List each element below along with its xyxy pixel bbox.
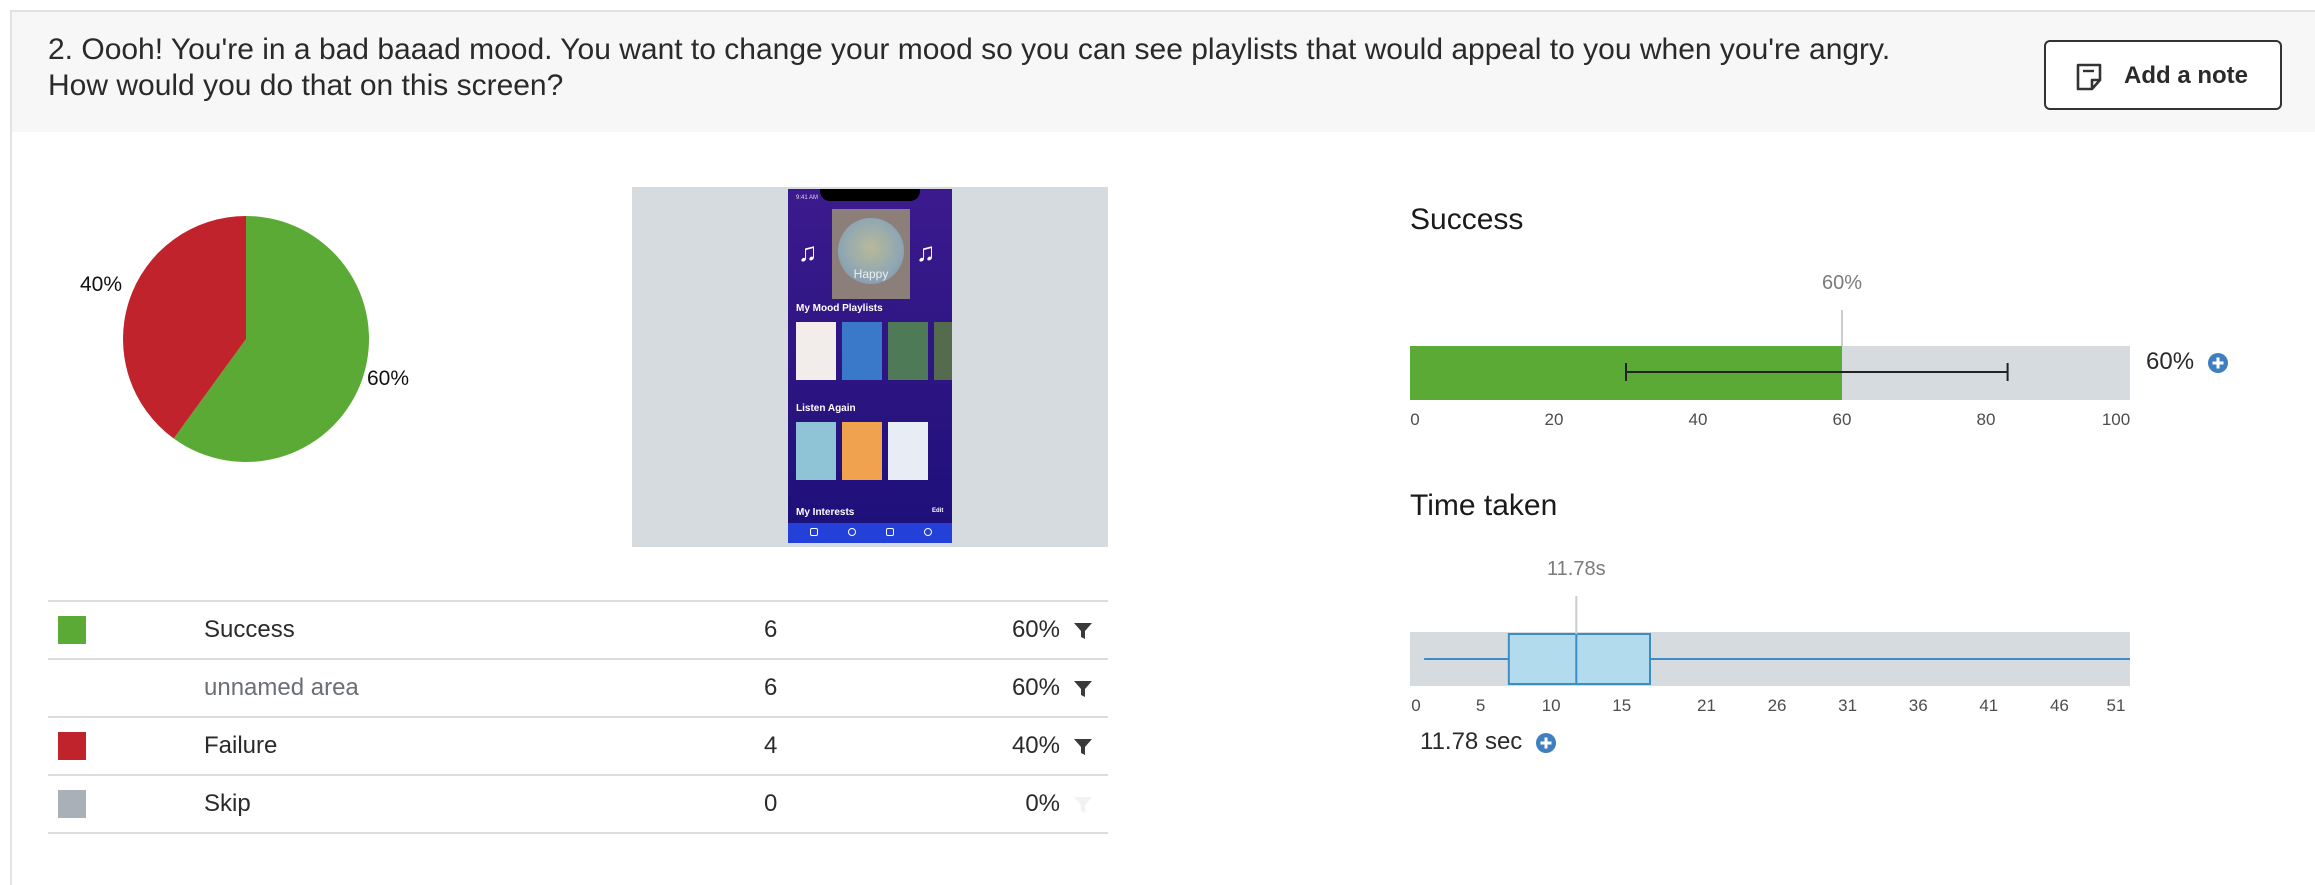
- success-axis-tick: 0: [1410, 410, 1420, 429]
- phone-section-listen-again: Listen Again: [796, 403, 856, 414]
- time-taken-title: Time taken: [1410, 489, 1558, 522]
- success-axis-tick: 60: [1832, 410, 1852, 429]
- result-percent: 40%: [1011, 732, 1060, 759]
- result-count: 6: [764, 658, 864, 717]
- time-axis-tick: 46: [2049, 696, 2069, 715]
- playlist-tile: [842, 422, 882, 480]
- time-axis-tick: 0: [1411, 696, 1421, 715]
- time-axis-tick: 31: [1838, 696, 1858, 715]
- success-axis-tick: 100: [2101, 410, 2131, 429]
- playlist-tile: [796, 322, 836, 380]
- result-row: Success 6 60%: [48, 600, 1108, 659]
- pie-label-success: 60%: [367, 367, 410, 390]
- result-swatch-cell: [48, 658, 204, 717]
- result-percent: 60%: [1011, 616, 1060, 643]
- playlist-tile: [842, 322, 882, 380]
- success-side-value[interactable]: 60%: [2146, 348, 2229, 376]
- result-percent: 60%: [1011, 674, 1060, 701]
- playlist-tile: [796, 422, 836, 480]
- time-axis-tick: 36: [1908, 696, 1928, 715]
- result-percent-cell: 60%: [864, 658, 1108, 717]
- time-median-label: 11.78s: [1547, 558, 1606, 580]
- result-label: Skip: [204, 774, 764, 834]
- result-row: unnamed area 6 60%: [48, 658, 1108, 717]
- mood-label: Happy: [853, 267, 889, 281]
- success-side-label: 60%: [2146, 348, 2195, 375]
- result-swatch-cell: [48, 716, 204, 775]
- plus-circle-icon[interactable]: [1535, 732, 1557, 754]
- add-note-label: Add a note: [2124, 62, 2248, 89]
- pie-label-failure: 40%: [80, 273, 123, 296]
- result-percent-cell: 40%: [864, 716, 1108, 775]
- result-pie-chart: [122, 216, 369, 462]
- screen-thumbnail[interactable]: 9:41 AM ♫ Happy ♫ My Mood Playlists List…: [632, 187, 1108, 547]
- plus-circle-icon[interactable]: [2207, 352, 2229, 374]
- result-percent-cell: 60%: [864, 600, 1108, 659]
- result-count: 6: [764, 600, 864, 659]
- results-table: Success 6 60% unnamed area 6 60% Failure 4 40% Sk…: [48, 600, 1108, 834]
- home-icon: [810, 528, 818, 536]
- result-swatch-cell: [48, 774, 204, 834]
- phone-status-time: 9:41 AM: [796, 195, 819, 201]
- time-axis-tick: 51: [2106, 696, 2126, 715]
- browse-icon: [848, 528, 856, 536]
- music-note-icon: ♫: [798, 237, 818, 267]
- filter-icon[interactable]: [1072, 736, 1094, 758]
- result-percent-cell: 0%: [864, 774, 1108, 834]
- filter-icon: [1074, 796, 1092, 813]
- success-title: Success: [1410, 203, 1524, 236]
- success-axis-tick: 80: [1976, 410, 1996, 429]
- success-axis-tick: 40: [1688, 410, 1708, 429]
- time-axis-tick: 5: [1475, 696, 1486, 715]
- color-swatch: [58, 732, 86, 761]
- playlist-tile: [888, 322, 928, 380]
- time-axis-tick: 26: [1767, 696, 1787, 715]
- playlist-tile: [888, 422, 928, 480]
- phone-nav-bar: [788, 523, 952, 543]
- mood-card: Happy: [832, 209, 910, 299]
- color-swatch: [58, 790, 86, 819]
- time-axis-tick: 41: [1979, 696, 1999, 715]
- result-swatch-cell: [48, 600, 204, 659]
- note-icon: [2076, 63, 2102, 91]
- result-label: Failure: [204, 716, 764, 775]
- playlist-tile: [934, 322, 952, 380]
- time-axis-tick: 10: [1541, 696, 1561, 715]
- phone-notch: [820, 189, 920, 201]
- success-value-label: 60%: [1821, 272, 1863, 294]
- phone-screen-preview: 9:41 AM ♫ Happy ♫ My Mood Playlists List…: [788, 189, 952, 543]
- result-row: Failure 4 40%: [48, 716, 1108, 775]
- color-swatch: [58, 616, 86, 645]
- time-side-value[interactable]: 11.78 sec: [1420, 728, 1557, 756]
- result-label: unnamed area: [204, 658, 764, 717]
- time-side-label: 11.78 sec: [1420, 728, 1523, 755]
- result-count: 4: [764, 716, 864, 775]
- filter-icon[interactable]: [1072, 678, 1094, 700]
- result-row: Skip 0 0%: [48, 774, 1108, 834]
- result-count: 0: [764, 774, 864, 834]
- result-percent: 0%: [1025, 790, 1060, 817]
- success-axis-tick: 20: [1544, 410, 1564, 429]
- phone-section-my-mood-playlists: My Mood Playlists: [796, 303, 883, 314]
- search-icon: [924, 528, 932, 536]
- phone-edit-link: Edit: [932, 508, 944, 514]
- filter-icon[interactable]: [1072, 620, 1094, 642]
- add-note-button[interactable]: Add a note: [2044, 40, 2282, 110]
- time-axis-tick: 21: [1697, 696, 1716, 715]
- music-note-icon: ♫: [916, 237, 936, 267]
- time-axis-tick: 15: [1612, 696, 1632, 715]
- phone-section-my-interests: My Interests: [796, 507, 855, 518]
- library-icon: [886, 528, 894, 536]
- result-label: Success: [204, 600, 764, 659]
